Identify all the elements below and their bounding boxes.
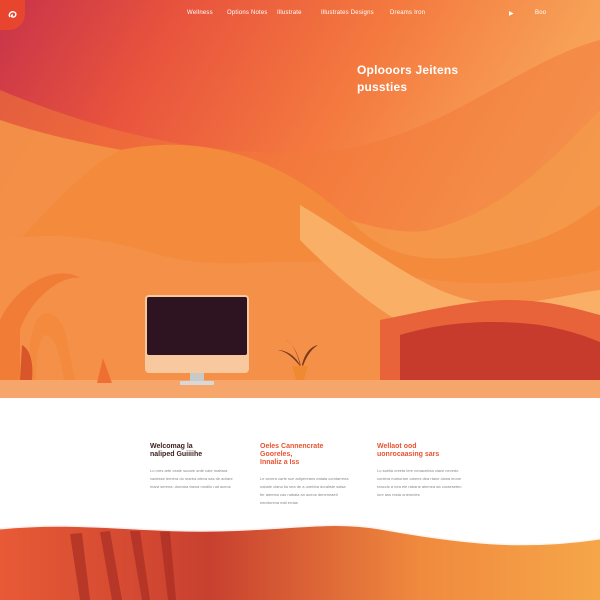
nav-extra-link[interactable]: Boo: [535, 10, 546, 16]
nav-link-2[interactable]: Options Notes: [227, 10, 268, 16]
play-icon[interactable]: ▶: [509, 10, 514, 17]
feature-column-2: Oeles Cannencrate Gooreles, Innaliz a Is…: [260, 443, 350, 507]
feature-body-2: Le arvera carte sce adipereans eatala co…: [260, 476, 349, 505]
hero-title: Oplooors Jeitens pussties: [357, 62, 458, 96]
feature-title-3-line2: uonrocaasing sars: [377, 451, 440, 458]
feature-title-1-line1: Welcomag la: [150, 443, 193, 450]
nav-link-3[interactable]: Illustrate: [277, 10, 302, 16]
feature-title-2: Oeles Cannencrate Gooreles, Innaliz a Is…: [260, 443, 350, 467]
top-navigation: Wellness Options Notes Illustrate Illust…: [0, 0, 600, 30]
feature-body-1: Lo ores arte ceale sucare ante cate matt…: [150, 468, 233, 489]
feature-title-1-line2: naliped Guiiiihe: [150, 451, 203, 458]
feature-column-1: Welcomag la naliped Guiiiihe Lo ores art…: [150, 443, 240, 491]
hero-section: Wellness Options Notes Illustrate Illust…: [0, 0, 600, 398]
nav-link-5[interactable]: Dreams Iron: [390, 10, 425, 16]
hero-wave-illustration: [0, 40, 600, 398]
nav-link-1[interactable]: Wellness: [187, 10, 213, 16]
nav-link-4[interactable]: Illustrates Designs: [321, 10, 374, 16]
hero-title-line1: Oplooors Jeitens: [357, 63, 459, 77]
feature-title-3-line1: Wellaot ood: [377, 443, 417, 450]
footer-wave: [0, 523, 600, 600]
monitor-illustration: [145, 295, 249, 385]
feature-column-3: Wellaot ood uonrocaasing sars Lo sairlla…: [377, 443, 467, 499]
swirl-logo-icon[interactable]: [0, 0, 25, 30]
hero-title-line2: pussties: [357, 80, 408, 94]
feature-title-3: Wellaot ood uonrocaasing sars: [377, 443, 467, 459]
feature-body-3: Lo sairlla creeta lere nenaceinta ciace …: [377, 468, 462, 497]
feature-title-2-line1: Oeles Cannencrate Gooreles,: [260, 443, 324, 458]
feature-title-1: Welcomag la naliped Guiiiihe: [150, 443, 240, 459]
feature-title-2-line2: Innaliz a Iss: [260, 459, 300, 466]
